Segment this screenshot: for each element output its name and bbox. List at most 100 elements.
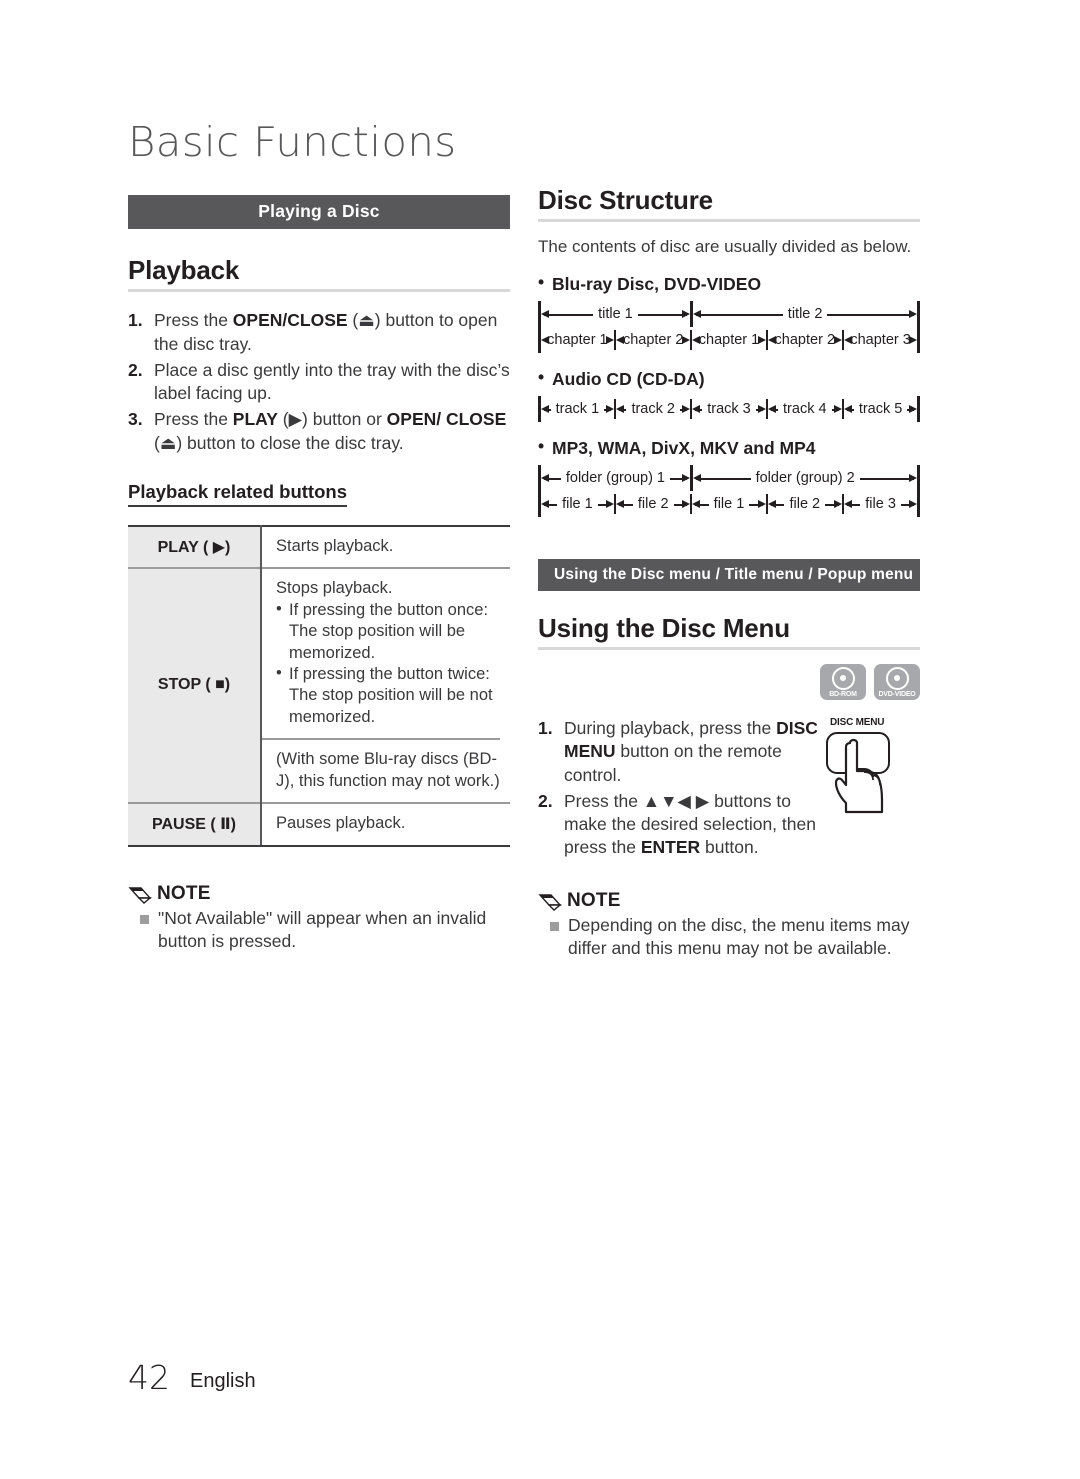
disc-format-block: Blu-ray Disc, DVD-VIDEO title 1 title 2 cha…	[538, 272, 920, 354]
diagram-segment: folder (group) 1	[540, 465, 691, 491]
remote-disc-menu-illustration: DISC MENU	[820, 717, 920, 817]
step-text: During playback, press the DISC MENU but…	[564, 718, 818, 785]
arrow-right-icon	[757, 336, 766, 345]
arrow-right-icon	[833, 336, 842, 345]
arrow-right-icon	[909, 405, 918, 414]
heading-using-the-disc-menu: Using the Disc Menu	[538, 613, 790, 644]
arrow-left-icon	[767, 500, 776, 509]
description-line: Pauses playback.	[276, 814, 406, 833]
step-text: Place a disc gently into the tray with t…	[154, 359, 510, 404]
section-banner-playing-a-disc: Playing a Disc	[128, 195, 510, 230]
disc-type-badge-label: BD-ROM	[829, 690, 857, 698]
arrow-right-icon	[909, 474, 918, 483]
note-list-right: Depending on the disc, the menu items ma…	[538, 914, 920, 961]
note-header-right: NOTE	[538, 890, 920, 912]
diagram-row-top: title 1 title 2	[538, 301, 920, 328]
heading-playback: Playback	[128, 255, 240, 286]
bullet-item: If pressing the button twice: The stop p…	[276, 663, 500, 728]
page-language: English	[190, 1370, 256, 1392]
diagram-segment-label: chapter 1	[693, 333, 765, 348]
arrow-right-icon	[682, 474, 691, 483]
heading-disc-structure: Disc Structure	[538, 185, 713, 215]
arrow-left-icon	[843, 500, 852, 509]
arrow-right-icon	[606, 336, 615, 345]
note-item: "Not Available" will appear when an inva…	[128, 907, 510, 954]
note-header-left: NOTE	[128, 883, 510, 905]
diagram-segment: title 1	[540, 301, 691, 327]
diagram-segment: chapter 1	[540, 327, 615, 353]
right-column: Disc Structure The contents of disc are …	[538, 185, 920, 960]
arrow-left-icon	[692, 336, 701, 345]
arrow-left-icon	[616, 336, 625, 345]
step-text: Press the OPEN/CLOSE (⏏) button to open …	[154, 310, 498, 354]
arrow-right-icon	[757, 405, 766, 414]
diagram-segment: folder (group) 2	[692, 465, 918, 491]
diagram-segment-label: chapter 3	[845, 333, 916, 348]
diagram-segment-label: file 1	[708, 497, 750, 512]
arrow-right-icon	[833, 405, 842, 414]
manual-page: Basic Functions Playing a Disc Playback …	[0, 0, 1080, 1479]
table-cell-description: Stops playback.If pressing the button on…	[261, 567, 510, 804]
diagram-segment: track 5	[843, 396, 918, 422]
diagram-segment: track 1	[540, 396, 615, 422]
diagram-segment-label: title 2	[782, 307, 828, 322]
arrow-left-icon	[767, 405, 776, 414]
page-title: Basic Functions	[128, 118, 457, 166]
diagram-row-bottom: track 1 track 2 track 3 track 4 track 5	[538, 396, 920, 423]
description-line: Stops playback.	[276, 579, 393, 598]
pencil-icon	[538, 894, 562, 911]
disc-format-label: Blu-ray Disc, DVD-VIDEO	[538, 272, 920, 295]
structure-diagram: folder (group) 1 folder (group) 2 file 1 fi…	[538, 465, 920, 518]
diagram-segment: track 4	[767, 396, 842, 422]
arrow-left-icon	[692, 310, 701, 319]
disc-type-badges: BD-ROM DVD-VIDEO	[538, 664, 920, 701]
diagram-segment-label: chapter 2	[769, 333, 841, 348]
arrow-right-icon	[682, 500, 690, 509]
arrow-right-icon	[606, 500, 615, 509]
diagram-segment: file 1	[540, 491, 615, 517]
arrow-right-icon	[606, 405, 615, 414]
diagram-segment: file 2	[616, 491, 690, 517]
arrow-right-icon	[682, 405, 690, 414]
arrow-right-icon	[833, 500, 842, 509]
step-number: 1.	[128, 310, 143, 331]
diagram-segment: chapter 1	[692, 327, 766, 353]
left-column: Playing a Disc Playback 1. Press the OPEN…	[128, 195, 510, 953]
note-label: NOTE	[157, 882, 211, 904]
diagram-divider	[917, 491, 920, 518]
disc-icon	[885, 666, 909, 690]
diagram-divider	[917, 301, 920, 328]
arrow-left-icon	[540, 336, 549, 345]
step-text: Press the ▲▼◀ ▶ buttons to make the desi…	[564, 790, 816, 858]
table-cell-button: STOP ( ■)	[128, 567, 262, 804]
diagram-segment-label: file 1	[557, 497, 598, 512]
step-number: 2.	[538, 790, 553, 811]
disc-structure-diagrams: Blu-ray Disc, DVD-VIDEO title 1 title 2 cha…	[538, 272, 920, 518]
table-cell-description: Starts playback.	[261, 524, 510, 569]
diagram-row-bottom: chapter 1 chapter 2 chapter 1 chapter 2 chap…	[538, 327, 920, 354]
step-item: 2. Place a disc gently into the tray with…	[128, 359, 510, 406]
step-number: 3.	[128, 409, 143, 430]
diagram-segment: title 2	[692, 301, 918, 327]
diagram-divider	[917, 327, 920, 354]
diagram-segment-label: track 4	[778, 402, 832, 417]
diagram-segment-label: file 3	[860, 497, 901, 512]
diagram-segment-label: file 2	[632, 497, 674, 512]
diagram-row-bottom: file 1 file 2 file 1 file 2 file 3	[538, 491, 920, 518]
section-banner-using-disc-menu: Using the Disc menu / Title menu / Popup…	[538, 559, 920, 592]
diagram-divider	[917, 465, 920, 492]
arrow-left-icon	[540, 474, 549, 483]
arrow-left-icon	[843, 336, 852, 345]
arrow-left-icon	[692, 500, 701, 509]
disc-menu-steps: 1. During playback, press the DISC MENU b…	[538, 717, 838, 860]
diagram-segment: track 2	[616, 396, 690, 422]
arrow-right-icon	[682, 336, 690, 345]
hand-pointing-icon	[834, 739, 884, 814]
arrow-left-icon	[692, 405, 701, 414]
note-list-left: "Not Available" will appear when an inva…	[128, 907, 510, 954]
table-row: STOP ( ■)Stops playback.If pressing the …	[128, 567, 510, 804]
diagram-segment-label: track 2	[626, 402, 680, 417]
description-note: (With some Blu-ray discs (BD-J), this fu…	[262, 738, 500, 792]
diagram-segment: file 2	[767, 491, 842, 517]
description-line: Starts playback.	[276, 536, 394, 555]
